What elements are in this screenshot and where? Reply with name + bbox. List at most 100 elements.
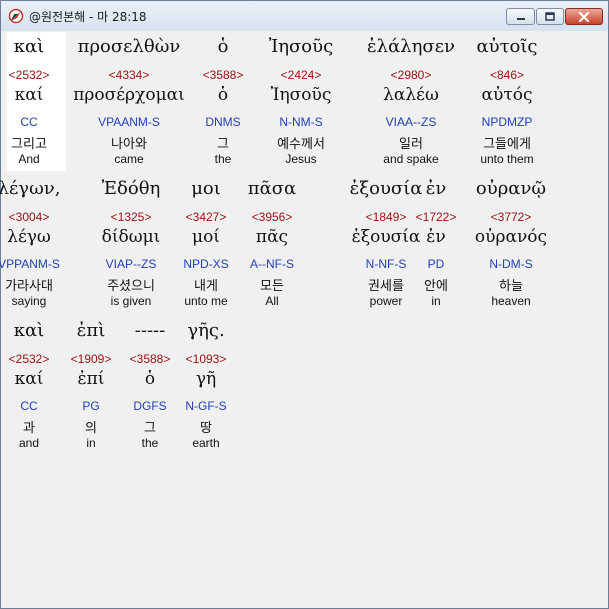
word-kor: 안에 [424,279,448,294]
word-strong: <2424> [280,68,322,82]
word-kor: 주셨으니 [107,279,155,294]
word-greek[interactable]: καὶ [14,320,44,341]
word-strong: <3772> [490,210,532,224]
word-strong: <3588> [129,352,171,366]
word-eng: saying [11,294,47,308]
word-kor: 일러 [399,137,423,152]
word-eng: All [265,294,279,308]
word-eng: And [18,152,40,166]
word-parse: N-NM-S [279,115,323,129]
word-eng: earth [192,436,220,450]
word-parse: VIAP--ZS [105,257,157,271]
word-strong: <2980> [390,68,432,82]
word-eng: in [431,294,441,308]
word-greek[interactable]: οὐρανῷ [476,178,546,199]
word-kor: 권세를 [368,279,404,294]
word-lex: ἐξουσία [351,227,421,247]
word-kor: 나아와 [111,137,147,152]
word-eng: in [86,436,96,450]
word-strong: <846> [489,68,525,82]
word-eng: power [369,294,403,308]
word-lex: προσέρχομαι [73,85,185,105]
compass-app-icon [8,8,24,24]
word-parse: VIAA--ZS [385,115,437,129]
word-strong: <1325> [110,210,152,224]
word-kor: 땅 [200,421,212,436]
word-eng: and [18,436,40,450]
word-parse: DNMS [205,115,241,129]
word-eng: the [214,152,232,166]
word-lex: μοί [192,227,220,247]
word-strong: <1849> [365,210,407,224]
word-greek[interactable]: ἐπὶ [77,320,106,341]
word-greek[interactable]: ἐν [426,178,447,199]
word-greek[interactable]: ὁ [218,36,229,57]
word-greek[interactable]: καὶ [14,36,44,57]
word-eng: is given [110,294,152,308]
word-parse: PD [427,257,445,271]
word-parse: CC [20,399,38,413]
word-parse: NPDMZP [481,115,533,129]
title-bar[interactable]: @원전본해 - 마 28:18 [1,1,608,31]
word-greek[interactable]: λέγων, [0,178,60,199]
maximize-button[interactable] [536,8,564,25]
word-greek[interactable]: πᾶσα [248,178,296,199]
word-strong: <3427> [185,210,227,224]
word-lex: οὐρανός [474,227,548,247]
word-lex: Ἰησοῦς [270,85,332,105]
word-lex: ἐν [426,227,446,247]
word-eng: unto me [184,294,228,308]
word-lex: ὁ [217,85,229,105]
word-lex: λαλέω [383,85,439,105]
minimize-icon [516,17,525,20]
word-parse: NPD-XS [183,257,229,271]
word-parse: N-NF-S [365,257,407,271]
word-greek[interactable]: ἐξουσία [350,178,423,199]
word-kor: 하늘 [499,279,523,294]
word-eng: unto them [480,152,534,166]
word-lex: πᾶς [255,227,289,247]
word-lex: καί [14,85,44,105]
word-lex: δίδωμι [101,227,161,247]
word-greek[interactable]: Ἐδόθη [102,178,161,199]
word-parse: A--NF-S [250,257,294,271]
word-kor: 그 [217,137,229,152]
word-kor: 의 [85,421,97,436]
word-lex: λέγω [7,227,51,247]
word-parse: DGFS [133,399,167,413]
minimize-button[interactable] [506,8,535,25]
word-kor: 그 [144,421,156,436]
word-strong: <1722> [415,210,457,224]
word-parse: VPAANM-S [98,115,160,129]
maximize-icon [545,12,555,21]
word-eng: the [141,436,159,450]
word-lex: ὁ [144,369,156,389]
word-kor: 그들에게 [483,137,531,152]
word-parse: VPPANM-S [0,257,60,271]
word-strong: <4334> [108,68,150,82]
word-greek[interactable]: ----- [135,320,165,341]
word-kor: 그리고 [11,137,47,152]
word-greek[interactable]: ἐλάλησεν [367,36,455,57]
word-greek[interactable]: Ἰησοῦς [269,36,333,57]
word-greek[interactable]: γῆς. [187,320,224,341]
word-strong: <1909> [70,352,112,366]
word-strong: <1093> [185,352,227,366]
interlinear-view[interactable]: καὶ <2532> καί CC 그리고 And προσελθὼν <4334> προσέ… [0,32,603,603]
word-eng: came [114,152,144,166]
word-lex: καί [14,369,44,389]
word-kor: 가라사대 [5,279,53,294]
word-strong: <2532> [8,352,50,366]
word-eng: and spake [383,152,439,166]
word-kor: 모든 [260,279,284,294]
word-greek[interactable]: μοι [191,178,221,199]
word-lex: γῆ [195,369,217,389]
word-greek[interactable]: προσελθὼν [78,36,181,57]
word-parse: PG [82,399,100,413]
word-strong: <3588> [202,68,244,82]
word-kor: 예수께서 [277,137,325,152]
close-icon [578,11,590,22]
word-greek[interactable]: αὐτοῖς [476,36,537,57]
word-strong: <2532> [8,68,50,82]
close-button[interactable] [565,8,603,25]
